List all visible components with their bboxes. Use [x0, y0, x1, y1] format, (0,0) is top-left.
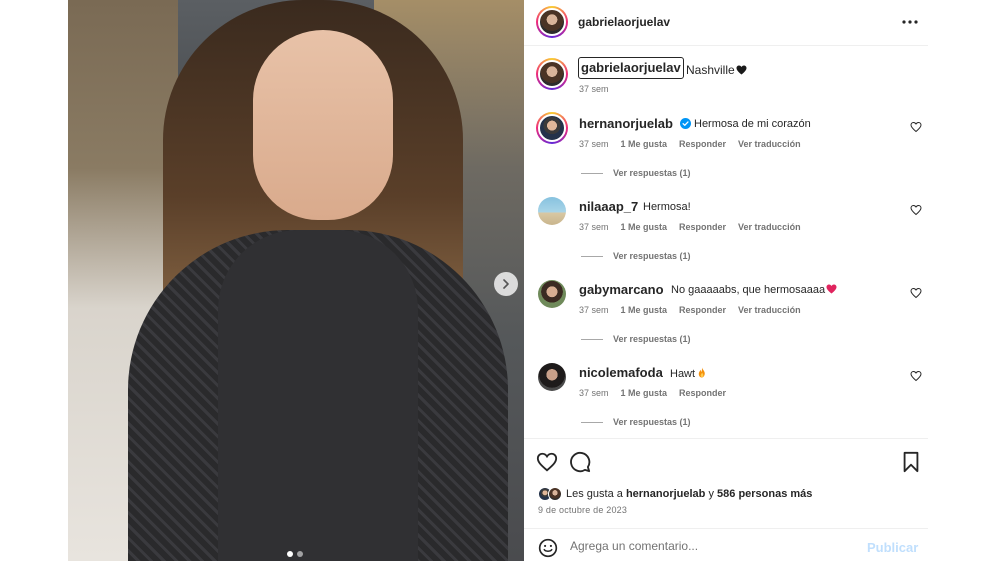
- comment-time[interactable]: 37 sem: [579, 305, 609, 315]
- heart-outline-icon[interactable]: [910, 287, 922, 299]
- likes-prefix: Les gusta a: [566, 488, 623, 500]
- media-figure-body: [128, 230, 508, 561]
- view-replies-button[interactable]: Ver respuestas (1): [581, 417, 691, 427]
- view-replies-button[interactable]: Ver respuestas (1): [581, 168, 691, 178]
- chevron-right-icon: [503, 279, 509, 289]
- publish-button[interactable]: Publicar: [867, 540, 918, 555]
- heart-outline-icon[interactable]: [910, 121, 922, 133]
- comment-meta: 37 sem 1 Me gusta Responder Ver traducci…: [579, 305, 801, 315]
- author-avatar[interactable]: [536, 6, 568, 38]
- black-heart-icon: [736, 65, 747, 75]
- comment-text: Hermosa de mi corazón: [694, 118, 811, 130]
- view-replies-label: Ver respuestas (1): [613, 251, 691, 261]
- comment-likes[interactable]: 1 Me gusta: [621, 305, 668, 315]
- carousel-dot: [297, 551, 303, 557]
- comment-text: Hermosa!: [643, 201, 691, 213]
- carousel-dot-active: [287, 551, 293, 557]
- fire-icon: [698, 367, 705, 378]
- post-media[interactable]: [68, 0, 524, 561]
- comment-meta: 37 sem 1 Me gusta Responder Ver traducci…: [579, 222, 801, 232]
- heart-outline-icon[interactable]: [910, 204, 922, 216]
- comment-text-wrap: Hawt: [670, 367, 707, 380]
- more-options-button[interactable]: [900, 14, 920, 30]
- comment-meta: 37 sem 1 Me gusta Responder Ver traducci…: [579, 139, 801, 149]
- comment-username[interactable]: nicolemafoda: [579, 365, 663, 380]
- comment-avatar[interactable]: [538, 197, 566, 225]
- reply-button[interactable]: Responder: [679, 305, 726, 315]
- comment-likes[interactable]: 1 Me gusta: [621, 139, 668, 149]
- caption-avatar[interactable]: [536, 58, 568, 90]
- verified-badge-icon: [680, 118, 691, 129]
- reply-button[interactable]: Responder: [679, 388, 726, 398]
- reply-button[interactable]: Responder: [679, 139, 726, 149]
- caption-text: Nashville: [686, 63, 735, 77]
- comment-avatar[interactable]: [538, 280, 566, 308]
- comment-time[interactable]: 37 sem: [579, 388, 609, 398]
- view-replies-label: Ver respuestas (1): [613, 417, 691, 427]
- post-date[interactable]: 9 de octubre de 2023: [538, 505, 627, 515]
- translate-button[interactable]: Ver traducción: [738, 139, 801, 149]
- replies-divider-line: [581, 421, 603, 423]
- post-header: gabrielaorjuelav: [524, 0, 928, 46]
- comment-time[interactable]: 37 sem: [579, 139, 609, 149]
- post-side-panel: gabrielaorjuelav gabrielaorjuelav Nashvi…: [524, 0, 928, 561]
- caption-avatar-image: [538, 60, 566, 88]
- likes-summary[interactable]: Les gusta a hernanorjuelab y 586 persona…: [538, 487, 812, 501]
- comment-avatar-image: [538, 114, 566, 142]
- comment-text-wrap: No gaaaaabs, que hermosaaaa: [671, 284, 837, 296]
- heart-outline-icon[interactable]: [910, 370, 922, 382]
- comment-bubble-icon[interactable]: [569, 451, 591, 473]
- bookmark-icon[interactable]: [900, 451, 922, 473]
- author-username[interactable]: gabrielaorjuelav: [578, 15, 670, 29]
- comment-text: Hawt: [670, 368, 696, 380]
- reply-button[interactable]: Responder: [679, 222, 726, 232]
- comment-input[interactable]: [570, 535, 850, 557]
- comment-avatar[interactable]: [538, 363, 566, 391]
- comment-composer: Publicar: [524, 528, 928, 561]
- view-replies-button[interactable]: Ver respuestas (1): [581, 334, 691, 344]
- comment-username[interactable]: gabymarcano: [579, 282, 664, 297]
- post-actions: Les gusta a hernanorjuelab y 586 persona…: [524, 438, 928, 528]
- caption-username[interactable]: gabrielaorjuelav: [578, 57, 684, 79]
- more-horizontal-icon: [902, 20, 918, 24]
- emoji-smile-icon[interactable]: [538, 538, 558, 558]
- comment-username[interactable]: hernanorjuelab: [579, 116, 673, 131]
- carousel-dots: [287, 551, 303, 557]
- red-heart-icon: [826, 284, 837, 294]
- comment-username[interactable]: nilaaap_7: [579, 199, 638, 214]
- view-replies-label: Ver respuestas (1): [613, 168, 691, 178]
- heart-outline-icon[interactable]: [536, 451, 558, 473]
- comment-text: No gaaaaabs, que hermosaaaa: [671, 284, 826, 296]
- translate-button[interactable]: Ver traducción: [738, 222, 801, 232]
- replies-divider-line: [581, 255, 603, 257]
- comment-meta: 37 sem 1 Me gusta Responder: [579, 388, 726, 398]
- comment-likes[interactable]: 1 Me gusta: [621, 222, 668, 232]
- replies-divider-line: [581, 338, 603, 340]
- likes-others[interactable]: 586 personas más: [717, 488, 812, 500]
- view-replies-button[interactable]: Ver respuestas (1): [581, 251, 691, 261]
- view-replies-label: Ver respuestas (1): [613, 334, 691, 344]
- comment-avatar[interactable]: [536, 112, 568, 144]
- liker-avatar: [548, 487, 562, 501]
- liker-avatars: [538, 487, 562, 501]
- media-figure-face: [253, 30, 393, 220]
- comment-likes[interactable]: 1 Me gusta: [621, 388, 668, 398]
- caption-text-wrap: Nashville: [686, 63, 747, 77]
- replies-divider-line: [581, 172, 603, 174]
- author-avatar-image: [538, 8, 566, 36]
- comment-time[interactable]: 37 sem: [579, 222, 609, 232]
- likes-user[interactable]: hernanorjuelab: [626, 488, 705, 500]
- translate-button[interactable]: Ver traducción: [738, 305, 801, 315]
- caption-time[interactable]: 37 sem: [579, 84, 609, 94]
- likes-join: y: [708, 488, 714, 500]
- carousel-next-button[interactable]: [494, 272, 518, 296]
